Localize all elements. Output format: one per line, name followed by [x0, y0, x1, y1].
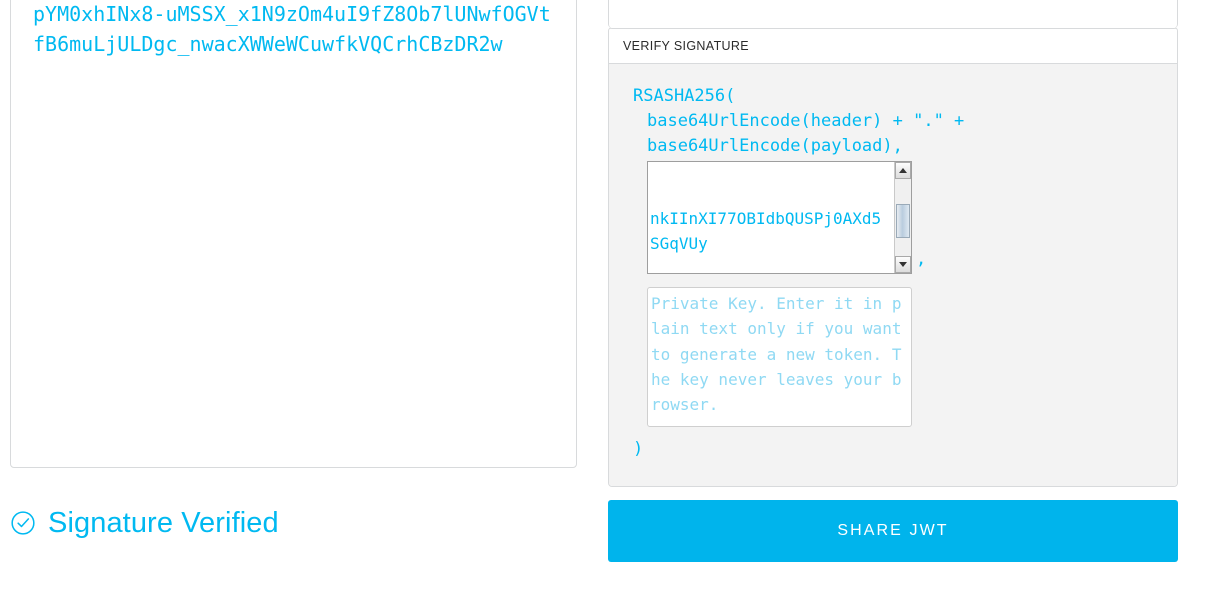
public-key-value: nkIInXI77OBIdbQUSPj0AXd5SGqVUy eiVLty3sA…: [650, 162, 890, 273]
private-key-placeholder: Private Key. Enter it in plain text only…: [651, 294, 912, 415]
payload-panel[interactable]: }: [608, 0, 1178, 28]
verify-signature-panel: VERIFY SIGNATURE RSASHA256( base64UrlEnc…: [608, 27, 1178, 487]
public-key-input[interactable]: nkIInXI77OBIdbQUSPj0AXd5SGqVUy eiVLty3sA…: [647, 161, 912, 274]
scroll-up-button[interactable]: [895, 162, 911, 179]
code-comma: ,: [916, 249, 927, 269]
code-line-header-encode: base64UrlEncode(header) + "." +: [647, 111, 965, 131]
private-key-input[interactable]: Private Key. Enter it in plain text only…: [647, 287, 912, 427]
public-key-line-1: nkIInXI77OBIdbQUSPj0AXd5SGqVUy: [650, 209, 882, 253]
verify-signature-body: RSASHA256( base64UrlEncode(header) + "."…: [609, 64, 1177, 486]
encoded-jwt-panel[interactable]: pYM0xhINx8-uMSSX_x1N9zOm4uI9fZ8Ob7lUNwfO…: [10, 0, 577, 468]
check-circle-icon: [11, 511, 35, 535]
verify-signature-header: VERIFY SIGNATURE: [609, 28, 1177, 64]
signature-status: Signature Verified: [10, 508, 279, 538]
public-key-row: nkIInXI77OBIdbQUSPj0AXd5SGqVUy eiVLty3sA…: [609, 161, 1177, 274]
encoded-jwt-text[interactable]: pYM0xhINx8-uMSSX_x1N9zOm4uI9fZ8Ob7lUNwfO…: [33, 0, 554, 59]
payload-panel-spacer: [609, 0, 1177, 28]
chevron-up-icon: [899, 168, 907, 173]
code-line-payload-encode: base64UrlEncode(payload),: [647, 136, 903, 156]
public-key-scrollbar[interactable]: [894, 162, 911, 273]
jwt-debugger-screen: pYM0xhINx8-uMSSX_x1N9zOm4uI9fZ8Ob7lUNwfO…: [0, 0, 1210, 599]
decoded-column: } VERIFY SIGNATURE RSASHA256( base64UrlE…: [608, 0, 1178, 487]
scrollbar-thumb[interactable]: [896, 204, 910, 238]
share-jwt-button[interactable]: SHARE JWT: [608, 500, 1178, 562]
chevron-down-icon: [899, 262, 907, 267]
scroll-down-button[interactable]: [895, 256, 911, 273]
status-badge: Signature Verified: [48, 507, 279, 539]
code-line-close-paren: ): [633, 439, 644, 459]
code-line-rsasha256: RSASHA256(: [633, 86, 736, 106]
